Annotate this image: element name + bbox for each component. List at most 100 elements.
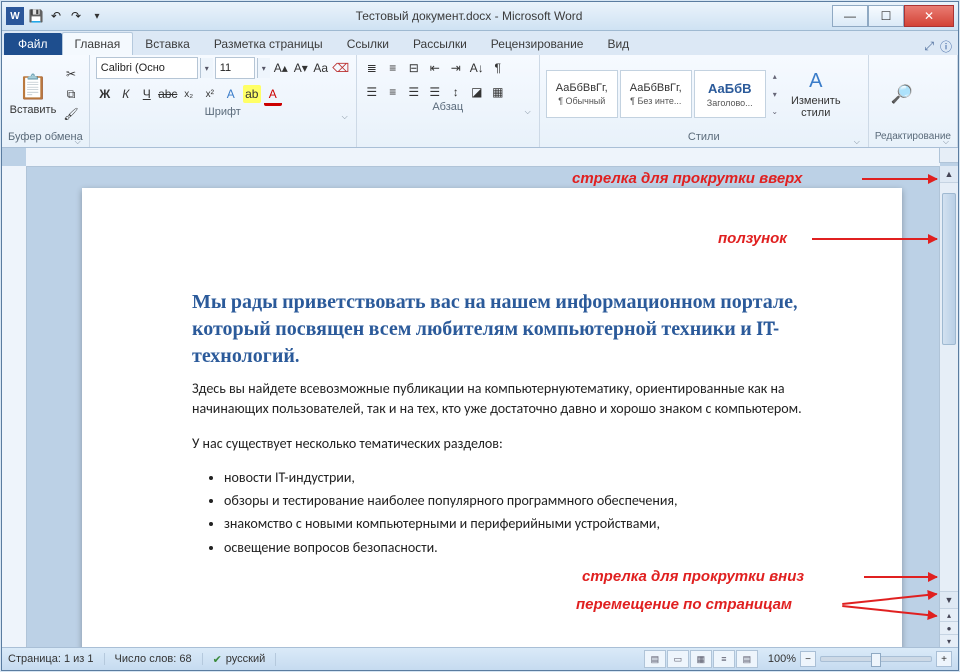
font-name-combo[interactable]: Calibri (Осно xyxy=(96,57,198,79)
horizontal-ruler[interactable] xyxy=(26,148,940,167)
qat-more-icon[interactable]: ▾ xyxy=(88,7,106,25)
view-print-layout[interactable]: ▤ xyxy=(644,650,666,668)
shading-icon[interactable]: ◪ xyxy=(468,83,486,101)
subscript-icon[interactable]: x₂ xyxy=(180,85,198,103)
zoom-out-button[interactable]: − xyxy=(800,651,816,667)
window-title: Тестовый документ.docx - Microsoft Word xyxy=(106,9,832,23)
undo-icon[interactable]: ↶ xyxy=(48,8,64,24)
tab-home[interactable]: Главная xyxy=(62,32,134,55)
line-spacing-icon[interactable]: ↕ xyxy=(447,83,465,101)
shrink-font-icon[interactable]: A▾ xyxy=(292,59,310,77)
tab-view[interactable]: Вид xyxy=(595,33,641,55)
zoom-in-button[interactable]: + xyxy=(936,651,952,667)
change-styles-button[interactable]: A Изменить стили xyxy=(786,70,846,119)
list-item: знакомство с новыми компьютерными и пери… xyxy=(224,514,822,534)
arrow-icon xyxy=(864,576,937,578)
borders-icon[interactable]: ▦ xyxy=(489,83,507,101)
superscript-icon[interactable]: x² xyxy=(201,85,219,103)
cut-icon[interactable]: ✂ xyxy=(62,65,80,83)
bullets-icon[interactable]: ≣ xyxy=(363,59,381,77)
maximize-button[interactable]: ☐ xyxy=(868,5,904,27)
view-draft[interactable]: ▤ xyxy=(736,650,758,668)
tab-file[interactable]: Файл xyxy=(4,33,62,55)
browse-object-button[interactable]: ● xyxy=(940,621,958,634)
group-label-paragraph: Абзац xyxy=(363,101,533,117)
redo-icon[interactable]: ↷ xyxy=(68,8,84,24)
clipboard-icon: 📋 xyxy=(18,73,48,102)
group-clipboard: 📋 Вставить ✂ ⧉ 🖌 Буфер обмена xyxy=(2,55,90,147)
tab-insert[interactable]: Вставка xyxy=(133,33,202,55)
view-web[interactable]: ▦ xyxy=(690,650,712,668)
font-color-icon[interactable]: A xyxy=(264,85,282,106)
vertical-scrollbar: ▲ ▼ ▴ ● ▾ xyxy=(939,166,958,647)
view-outline[interactable]: ≡ xyxy=(713,650,735,668)
style-normal[interactable]: АаБбВвГг, ¶ Обычный xyxy=(546,70,618,118)
scroll-down-arrow[interactable]: ▼ xyxy=(940,591,958,608)
style-gallery-more[interactable]: ▴▾⌄ xyxy=(768,70,782,118)
underline-icon[interactable]: Ч xyxy=(138,85,156,103)
zoom-slider[interactable] xyxy=(820,656,932,662)
numbering-icon[interactable]: ≡ xyxy=(384,59,402,77)
annotation-scroll-down: стрелка для прокрутки вниз xyxy=(582,568,804,585)
change-case-icon[interactable]: Aa xyxy=(312,59,330,77)
align-center-icon[interactable]: ≡ xyxy=(384,83,402,101)
find-button[interactable]: 🔎 xyxy=(875,84,929,105)
view-full-screen[interactable]: ▭ xyxy=(667,650,689,668)
group-font: Calibri (Осно ▾ 11 ▾ A▴ A▾ Aa ⌫ Ж К Ч ab… xyxy=(90,55,357,147)
tab-references[interactable]: Ссылки xyxy=(335,33,401,55)
split-box[interactable] xyxy=(939,148,958,163)
font-size-dropdown[interactable]: ▾ xyxy=(257,58,270,78)
copy-icon[interactable]: ⧉ xyxy=(62,85,80,103)
zoom-level[interactable]: 100% xyxy=(768,653,796,665)
titlebar: W 💾 ↶ ↷ ▾ Тестовый документ.docx - Micro… xyxy=(2,2,958,31)
format-painter-icon[interactable]: 🖌 xyxy=(62,105,80,123)
italic-icon[interactable]: К xyxy=(117,85,135,103)
group-label-font: Шрифт xyxy=(96,106,350,122)
strike-icon[interactable]: abc xyxy=(159,85,177,103)
vertical-ruler[interactable] xyxy=(2,166,27,647)
minimize-ribbon-icon[interactable]: ⤢ xyxy=(924,39,934,54)
list-item: обзоры и тестирование наиболее популярно… xyxy=(224,491,822,511)
bold-icon[interactable]: Ж xyxy=(96,85,114,103)
close-button[interactable]: ✕ xyxy=(904,5,954,27)
align-right-icon[interactable]: ☰ xyxy=(405,83,423,101)
justify-icon[interactable]: ☰ xyxy=(426,83,444,101)
tab-review[interactable]: Рецензирование xyxy=(479,33,596,55)
scroll-track[interactable] xyxy=(940,183,958,591)
style-gallery[interactable]: АаБбВвГг, ¶ Обычный АаБбВвГг, ¶ Без инте… xyxy=(546,70,782,118)
word-icon: W xyxy=(6,7,24,25)
minimize-button[interactable]: — xyxy=(832,5,868,27)
scroll-thumb[interactable] xyxy=(942,193,956,345)
doc-paragraph: Здесь вы найдете всевозможные публикации… xyxy=(192,379,822,420)
indent-inc-icon[interactable]: ⇥ xyxy=(447,59,465,77)
help-icon[interactable]: ⓘ xyxy=(940,38,952,55)
style-no-spacing[interactable]: АаБбВвГг, ¶ Без инте... xyxy=(620,70,692,118)
group-label-editing: Редактирование xyxy=(875,131,951,147)
style-heading1[interactable]: АаБбВ Заголово... xyxy=(694,70,766,118)
indent-dec-icon[interactable]: ⇤ xyxy=(426,59,444,77)
prev-page-button[interactable]: ▴ xyxy=(940,608,958,621)
scroll-up-arrow[interactable]: ▲ xyxy=(940,166,958,183)
sort-icon[interactable]: A↓ xyxy=(468,59,486,77)
font-name-dropdown[interactable]: ▾ xyxy=(200,58,213,78)
text-effects-icon[interactable]: A xyxy=(222,85,240,103)
status-language[interactable]: ✔ русский xyxy=(213,653,277,666)
clear-format-icon[interactable]: ⌫ xyxy=(332,59,350,77)
zoom-control: 100% − + xyxy=(768,651,952,667)
save-icon[interactable]: 💾 xyxy=(28,8,44,24)
paste-button[interactable]: 📋 Вставить xyxy=(8,73,58,116)
font-size-combo[interactable]: 11 xyxy=(215,57,255,79)
grow-font-icon[interactable]: A▴ xyxy=(272,59,290,77)
annotation-scroll-up: стрелка для прокрутки вверх xyxy=(572,170,802,187)
show-marks-icon[interactable]: ¶ xyxy=(489,59,507,77)
binoculars-icon: 🔎 xyxy=(891,84,913,105)
tab-mailings[interactable]: Рассылки xyxy=(401,33,479,55)
status-word-count[interactable]: Число слов: 68 xyxy=(115,653,203,665)
highlight-icon[interactable]: ab xyxy=(243,85,261,103)
tab-layout[interactable]: Разметка страницы xyxy=(202,33,335,55)
group-label-clipboard: Буфер обмена xyxy=(8,131,83,147)
multilevel-icon[interactable]: ⊟ xyxy=(405,59,423,77)
next-page-button[interactable]: ▾ xyxy=(940,634,958,647)
align-left-icon[interactable]: ☰ xyxy=(363,83,381,101)
status-page[interactable]: Страница: 1 из 1 xyxy=(8,653,105,665)
